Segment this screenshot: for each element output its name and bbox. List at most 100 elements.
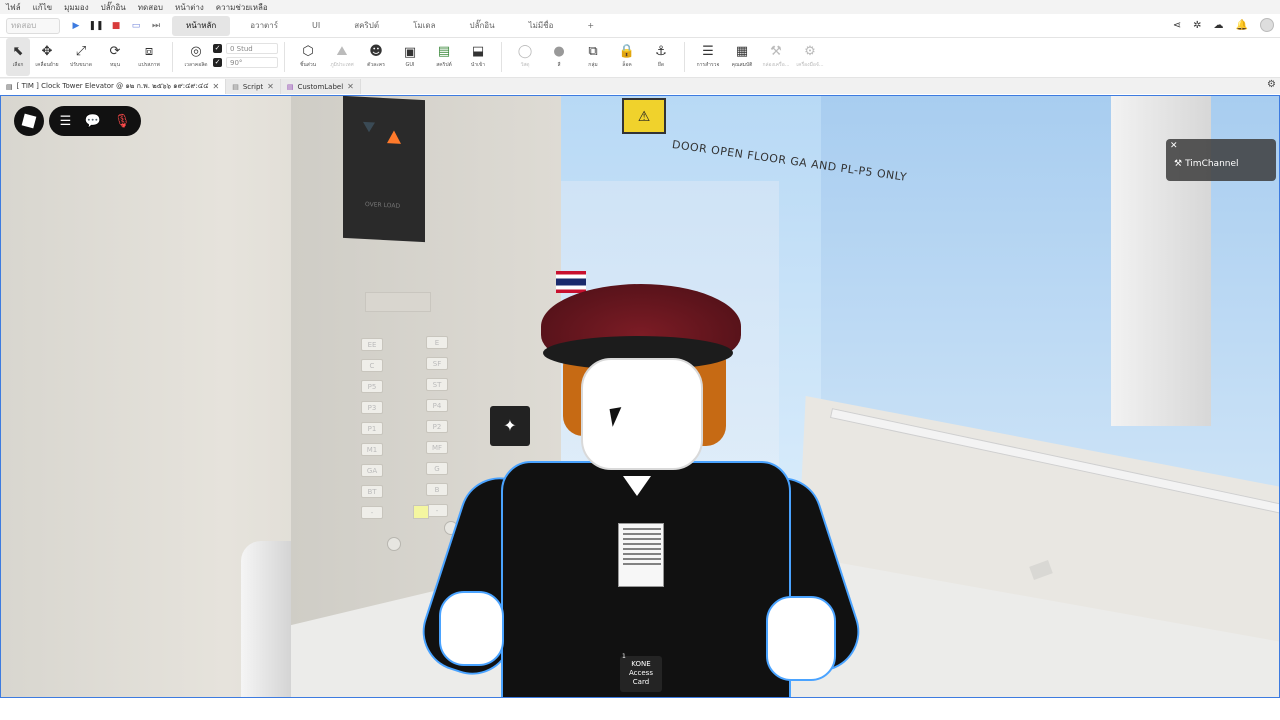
floor-button[interactable]: ST <box>426 378 448 391</box>
floor-button[interactable]: B <box>426 483 448 496</box>
play-controls: ▶ ❚❚ ■ ▭ ⏭ <box>70 20 162 32</box>
doc-tab-customlabel[interactable]: ▤ CustomLabel ✕ <box>280 79 361 94</box>
tab-add[interactable]: + <box>573 16 608 36</box>
floor-button[interactable]: P2 <box>426 420 448 433</box>
notification-icon[interactable]: 🔔 <box>1236 20 1248 31</box>
gear-icon[interactable]: ⚙ <box>1267 79 1276 90</box>
step-icon[interactable]: ⏭ <box>150 20 162 32</box>
color-icon: ● <box>553 44 565 59</box>
client-icon[interactable]: ▭ <box>130 20 142 32</box>
floor-button[interactable]: P4 <box>426 399 448 412</box>
tool-gui[interactable]: ▣ GUI <box>393 38 427 76</box>
floor-button[interactable]: EE <box>361 338 383 351</box>
tool-terrain[interactable]: ⛰ ภูมิประเทศ <box>325 38 359 76</box>
tool-manager[interactable]: ⚙ เครื่องมือจั... <box>793 38 827 76</box>
snap-move-field[interactable]: 0 Stud <box>226 43 278 54</box>
avatar[interactable] <box>1260 18 1274 32</box>
tool-group[interactable]: ⧉ กลุ่ม <box>576 38 610 76</box>
microphone-icon[interactable]: 🎙 <box>114 114 131 129</box>
pause-icon[interactable]: ❚❚ <box>88 20 103 32</box>
tab-avatar[interactable]: อวาตาร์ <box>236 16 292 36</box>
collaborate-icon[interactable]: ✲ <box>1193 20 1201 31</box>
tool-scale[interactable]: ⤢ ปรับขนาด <box>64 38 98 76</box>
menu-test[interactable]: ทดสอบ <box>138 1 163 14</box>
tool-character[interactable]: ☻ ตัวละคร <box>359 38 393 76</box>
door-open-button[interactable] <box>387 537 401 551</box>
tool-rotate[interactable]: ⟳ หมุน <box>98 38 132 76</box>
floor-button[interactable]: P5 <box>361 380 383 393</box>
tab-plugins[interactable]: ปลั๊กอิน <box>455 16 508 36</box>
tool-anchor[interactable]: ⚓ ยึด <box>644 38 678 76</box>
close-icon[interactable]: ✕ <box>1170 141 1178 151</box>
channel-panel: ✕ ⚒ TimChannel <box>1166 139 1276 181</box>
close-icon[interactable]: ✕ <box>267 82 274 91</box>
chat-icon[interactable]: 💬 <box>84 114 100 129</box>
floor-button[interactable]: SF <box>426 357 448 370</box>
roblox-logo-icon[interactable] <box>14 106 44 136</box>
channel-name: TimChannel <box>1185 159 1239 169</box>
floor-button[interactable]: G <box>426 462 448 475</box>
tool-select[interactable]: ⬉ เลือก <box>6 38 30 76</box>
tool-collision[interactable]: ◎ เวลาคอลิด <box>179 38 213 76</box>
menu-view[interactable]: มุมมอง <box>64 1 89 14</box>
floor-button[interactable]: P1 <box>361 422 383 435</box>
stop-icon[interactable]: ■ <box>110 20 122 32</box>
menu-window[interactable]: หน้าต่าง <box>175 1 204 14</box>
tab-home[interactable]: หน้าหลัก <box>172 15 231 36</box>
tool-properties[interactable]: ▦ คุณสมบัติ <box>725 38 759 76</box>
tool-transform[interactable]: ⧈ แปรสภาพ <box>132 38 166 76</box>
tool-color[interactable]: ● สี <box>542 38 576 76</box>
sparkle-icon[interactable]: ✦ <box>490 406 530 446</box>
tool-label: ล็อค <box>622 62 632 68</box>
menu-plugins[interactable]: ปลั๊กอิน <box>101 1 126 14</box>
play-icon[interactable]: ▶ <box>70 20 82 32</box>
menu-help[interactable]: ความช่วยเหลือ <box>216 1 268 14</box>
tool-material[interactable]: ◯ วัสดุ <box>508 38 542 76</box>
tab-script[interactable]: สคริปต์ <box>340 16 393 36</box>
mode-select[interactable]: ทดสอบ <box>6 17 60 34</box>
tool-label: ยึด <box>657 62 665 68</box>
floor-button[interactable]: - <box>361 506 383 519</box>
menu-icon[interactable]: ☰ <box>60 114 72 129</box>
tab-untitled[interactable]: ไม่มีชื่อ <box>515 16 568 36</box>
game-viewport[interactable]: OVER LOAD EE C P5 P3 P1 M1 GA BT - E SF … <box>0 95 1280 698</box>
floor-button[interactable]: GA <box>361 464 383 477</box>
character-head[interactable] <box>581 358 703 470</box>
menu-file[interactable]: ไฟล์ <box>6 1 21 14</box>
floor-button[interactable]: P3 <box>361 401 383 414</box>
doc-tab-place[interactable]: ▤ [ TIM ] Clock Tower Elevator @ ๑๒ ก.พ.… <box>0 79 227 94</box>
tool-toolbox[interactable]: ⚒ กล่องเครื่อ... <box>759 38 793 76</box>
snap-rotate-checkbox[interactable]: ✓ <box>213 58 222 67</box>
close-icon[interactable]: ✕ <box>213 82 220 91</box>
hammer-icon: ⚒ <box>1174 159 1183 169</box>
tool-explorer[interactable]: ☰ การสำรวจ <box>691 38 725 76</box>
floor-button[interactable]: BT <box>361 485 383 498</box>
floor-button[interactable]: M1 <box>361 443 383 456</box>
kone-access-card[interactable]: KONE Access Card <box>620 656 662 692</box>
id-badge <box>618 523 664 587</box>
floor-button[interactable]: E <box>426 336 448 349</box>
floor-buttons-right: E SF ST P4 P2 MF G B - <box>426 336 448 517</box>
doc-tab-script[interactable]: ▤ Script ✕ <box>226 79 281 94</box>
close-icon[interactable]: ✕ <box>347 82 354 91</box>
thai-flag <box>556 271 586 293</box>
top-right-icons: ⋖ ✲ ☁ 🔔 <box>1173 18 1274 32</box>
channel-entry[interactable]: ⚒ TimChannel <box>1174 159 1239 169</box>
bottom-strip <box>0 698 1280 720</box>
doc-tab-label: [ TIM ] Clock Tower Elevator @ ๑๒ ก.พ. ๒… <box>16 82 209 90</box>
tab-ui[interactable]: UI <box>298 16 334 36</box>
tool-move[interactable]: ✥ เคลื่อนย้าย <box>30 38 64 76</box>
floor-button[interactable]: MF <box>426 441 448 454</box>
tool-lock[interactable]: 🔒 ล็อค <box>610 38 644 76</box>
tool-part[interactable]: ⬡ ชิ้นส่วน <box>291 38 325 76</box>
tool-script[interactable]: ▤ สคริปต์ <box>427 38 461 76</box>
tool-import[interactable]: ⬓ นำเข้า <box>461 38 495 76</box>
menu-edit[interactable]: แก้ไข <box>33 1 53 14</box>
floor-button[interactable]: - <box>426 504 448 517</box>
floor-button[interactable]: C <box>361 359 383 372</box>
snap-rotate-field[interactable]: 90° <box>226 57 278 68</box>
share-icon[interactable]: ⋖ <box>1173 20 1181 31</box>
tab-model[interactable]: โมเดล <box>399 16 449 36</box>
snap-move-checkbox[interactable]: ✓ <box>213 44 222 53</box>
cloud-icon[interactable]: ☁ <box>1214 20 1224 31</box>
